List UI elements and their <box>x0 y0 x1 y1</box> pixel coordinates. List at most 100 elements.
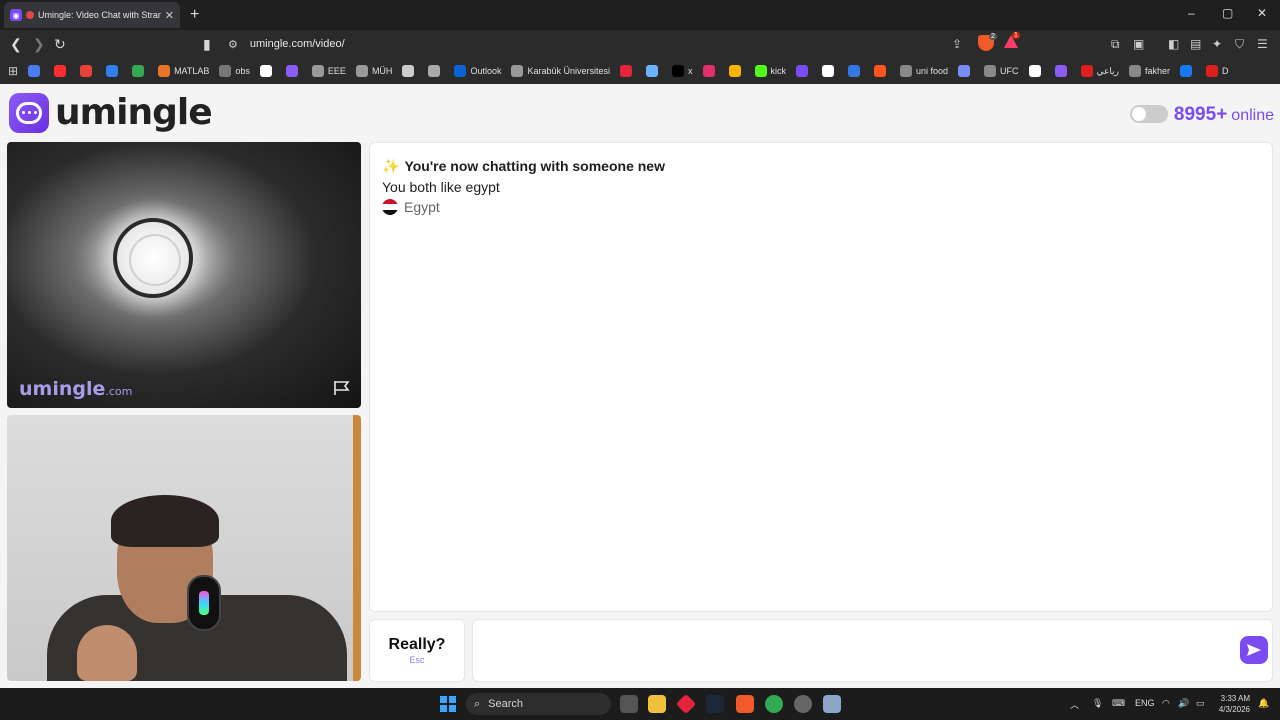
bookmark-item[interactable] <box>1180 65 1196 77</box>
media-icon[interactable]: ▣ <box>1133 37 1144 51</box>
bookmark-item[interactable]: kick <box>754 65 786 77</box>
wallet-icon[interactable]: ▤ <box>1190 37 1201 51</box>
sidebar-icon[interactable]: ◧ <box>1168 37 1179 51</box>
battery-icon[interactable]: ▭ <box>1196 698 1205 709</box>
bookmark-item[interactable] <box>428 65 444 77</box>
bookmark-item[interactable] <box>958 65 974 77</box>
bookmark-item[interactable]: fakher <box>1129 65 1170 77</box>
country-message: Egypt <box>382 199 440 215</box>
bookmark-label: MATLAB <box>174 66 210 76</box>
wifi-icon[interactable]: ◠ <box>1162 698 1170 709</box>
minimize-button[interactable]: – <box>1188 6 1195 20</box>
extensions-icon[interactable]: ⧉ <box>1111 37 1120 52</box>
share-icon[interactable]: ⇪ <box>952 37 962 51</box>
bookmark-item[interactable] <box>80 65 96 77</box>
settings-icon[interactable] <box>823 695 841 713</box>
clock[interactable]: 3:33 AM 4/3/2026 <box>1219 693 1250 715</box>
bookmark-item[interactable] <box>285 65 302 77</box>
reload-button[interactable]: ↻ <box>54 36 66 53</box>
umingle-favicon-icon: ◉ <box>10 9 22 21</box>
language-indicator[interactable]: ENG <box>1135 698 1155 708</box>
bookmark-favicon-icon <box>646 65 659 77</box>
bookmark-item[interactable] <box>106 65 122 77</box>
brave-taskbar-icon[interactable] <box>736 695 754 713</box>
menu-icon[interactable]: ☰ <box>1257 37 1268 51</box>
bookmark-item[interactable]: x <box>672 65 693 77</box>
bookmark-favicon-icon <box>402 65 415 77</box>
maximize-button[interactable]: ▢ <box>1222 6 1233 20</box>
message-input[interactable] <box>483 638 1223 664</box>
skip-button[interactable]: Really? Esc <box>369 619 465 682</box>
bookmark-label: x <box>688 66 693 76</box>
microphone-icon[interactable]: 🎙 <box>1092 698 1103 709</box>
tab-umingle[interactable]: ◉ Umingle: Video Chat with Strangers ✕ <box>4 2 180 28</box>
bookmark-favicon-icon <box>958 65 971 77</box>
umingle-logo[interactable]: umingle <box>9 92 213 133</box>
vpn-icon[interactable]: ⛉ <box>1235 37 1244 52</box>
bookmark-label: Outlook <box>470 66 502 76</box>
bookmark-item[interactable]: uni food <box>900 65 948 77</box>
bookmark-icon[interactable]: ▮ <box>203 36 211 53</box>
close-tab-icon[interactable]: ✕ <box>165 9 174 22</box>
bookmark-item[interactable] <box>259 65 276 77</box>
bookmark-item[interactable]: UFC <box>984 65 1019 77</box>
site-settings-icon[interactable]: ⚙ <box>228 38 238 51</box>
bookmark-item[interactable]: Karabük Üniversitesi <box>511 65 610 77</box>
bookmark-item[interactable]: MÜH <box>355 65 392 77</box>
bookmark-item[interactable]: EEE <box>311 65 346 77</box>
bookmark-item[interactable] <box>54 65 70 77</box>
country-name: Egypt <box>404 199 440 215</box>
notifications-icon[interactable]: 🔔 <box>1258 698 1269 709</box>
watermark-brand: umingle <box>19 378 106 400</box>
bookmark-label: D <box>1222 66 1229 76</box>
steam-icon[interactable] <box>706 695 724 713</box>
bookmark-item[interactable]: رياعي <box>1080 65 1119 77</box>
bookmark-label: fakher <box>1145 66 1171 76</box>
brave-shields-badge: 2 <box>989 33 997 40</box>
file-explorer-icon[interactable] <box>648 695 666 713</box>
keyboard-icon[interactable]: ⌨ <box>1112 698 1125 709</box>
bookmark-label: UFC <box>1000 66 1019 76</box>
bookmark-item[interactable] <box>28 65 44 77</box>
forward-button[interactable]: ❯ <box>33 36 45 53</box>
bookmark-item[interactable] <box>728 65 745 77</box>
leo-ai-icon[interactable]: ✦ <box>1212 37 1222 51</box>
bookmark-item[interactable] <box>702 65 719 77</box>
bookmark-item[interactable]: MATLAB <box>158 65 209 77</box>
report-flag-icon[interactable] <box>333 380 351 396</box>
send-button[interactable] <box>1240 636 1268 664</box>
bookmark-item[interactable] <box>1028 65 1045 77</box>
app-red-icon[interactable] <box>675 693 697 715</box>
windows-start-icon[interactable] <box>440 696 456 712</box>
task-view-icon[interactable] <box>620 695 638 713</box>
bookmark-favicon-icon <box>158 65 171 77</box>
theme-toggle[interactable] <box>1129 105 1168 123</box>
taskbar-search[interactable]: ⌕ Search <box>466 693 611 715</box>
url-field[interactable]: ⚙ umingle.com/video/ <box>228 34 1028 54</box>
bookmark-item[interactable] <box>796 65 812 77</box>
bookmark-item[interactable]: D <box>1206 65 1229 77</box>
bookmark-item[interactable]: obs <box>219 65 250 77</box>
bookmark-item[interactable] <box>132 65 148 77</box>
bookmark-item[interactable] <box>646 65 662 77</box>
bookmark-item[interactable] <box>620 65 636 77</box>
bookmark-favicon-icon <box>132 65 145 77</box>
bookmark-item[interactable] <box>848 65 864 77</box>
system-message-new-chat: ✨ You're now chatting with someone new <box>382 158 665 175</box>
bookmark-item[interactable] <box>822 65 838 77</box>
back-button[interactable]: ❮ <box>10 36 22 53</box>
chrome-icon[interactable] <box>765 695 783 713</box>
bookmark-favicon-icon <box>620 65 633 77</box>
app-gray-icon[interactable] <box>794 695 812 713</box>
tray-overflow-icon[interactable]: ︿ <box>1070 698 1079 711</box>
url-text[interactable]: umingle.com/video/ <box>250 38 345 50</box>
common-interest-message: You both like egypt <box>382 179 500 195</box>
bookmark-item[interactable] <box>874 65 890 77</box>
close-window-button[interactable]: ✕ <box>1257 6 1267 20</box>
volume-icon[interactable]: 🔊 <box>1178 698 1189 709</box>
bookmark-item[interactable] <box>402 65 418 77</box>
apps-grid-icon[interactable]: ⊞ <box>8 64 18 78</box>
bookmark-item[interactable] <box>1054 65 1071 77</box>
bookmark-item[interactable]: Outlook <box>454 65 501 77</box>
new-tab-button[interactable]: + <box>190 6 199 24</box>
